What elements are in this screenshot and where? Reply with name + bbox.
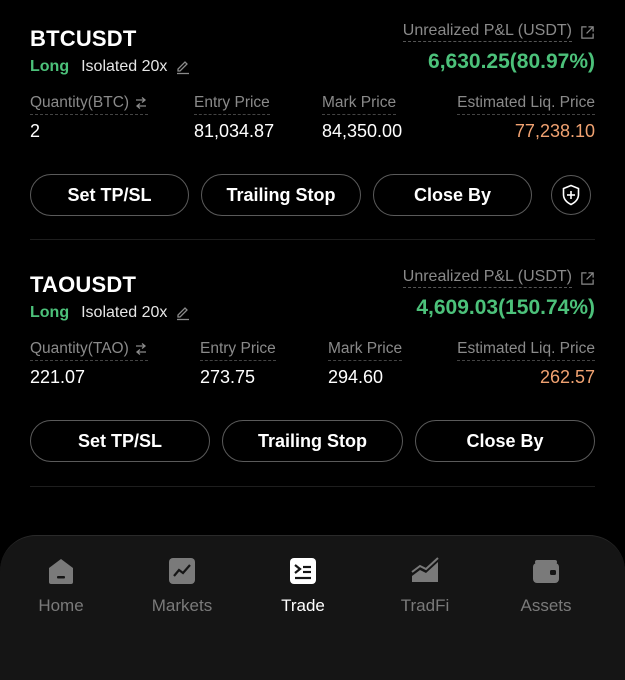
tradfi-icon (411, 557, 439, 582)
quantity-stat: Quantity(TAO) 221.07 (30, 340, 148, 388)
liq-price-label[interactable]: Estimated Liq. Price (457, 94, 595, 115)
entry-price-value: 81,034.87 (194, 121, 275, 141)
mark-price-stat: Mark Price 84,350.00 (322, 94, 402, 142)
liq-price-stat: Estimated Liq. Price 77,238.10 (457, 94, 595, 142)
mark-price-stat: Mark Price 294.60 (328, 340, 403, 388)
position-stats: Quantity(BTC) 2 Entry Price 81,034.87 Ma… (30, 94, 595, 164)
edit-leverage-icon[interactable] (175, 305, 191, 321)
liq-price-label[interactable]: Estimated Liq. Price (457, 340, 595, 361)
liq-price-value: 262.57 (539, 367, 595, 387)
mark-price-value: 84,350.00 (322, 121, 403, 141)
tab-label: TradFi (400, 596, 450, 615)
tab-label: Trade (281, 596, 325, 615)
tab-markets[interactable]: Markets (132, 556, 232, 616)
quantity-value: 221.07 (30, 367, 86, 387)
quantity-label-text: Quantity(TAO) (30, 340, 129, 357)
share-icon[interactable] (580, 271, 595, 286)
entry-price-label[interactable]: Entry Price (194, 94, 270, 115)
unrealized-pnl-label-text: Unrealized P&L (USDT) (402, 268, 572, 288)
swap-unit-icon[interactable] (134, 96, 148, 110)
position-side: Long (30, 304, 70, 321)
entry-price-value: 273.75 (200, 367, 256, 387)
set-tpsl-button[interactable]: Set TP/SL (30, 420, 210, 462)
liq-price-value: 77,238.10 (514, 121, 595, 141)
tab-trade[interactable]: Trade (253, 556, 353, 616)
position-meta: Long Isolated 20x (30, 58, 191, 76)
bottom-tab-bar: Home Markets Trade TradFi Assets (0, 535, 625, 680)
divider (30, 239, 595, 240)
position-stats: Quantity(TAO) 221.07 Entry Price 273.75 … (30, 340, 595, 410)
entry-price-stat: Entry Price 273.75 (200, 340, 276, 388)
home-icon (49, 559, 73, 584)
tab-label: Assets (520, 596, 572, 615)
unrealized-pnl-value: 6,630.25(80.97%) (428, 50, 595, 73)
chart-icon (169, 558, 195, 584)
divider (30, 486, 595, 487)
quantity-stat: Quantity(BTC) 2 (30, 94, 149, 142)
trade-icon (290, 558, 316, 584)
mark-price-value: 294.60 (328, 367, 384, 387)
set-tpsl-button[interactable]: Set TP/SL (30, 174, 189, 216)
unrealized-pnl-label: Unrealized P&L (USDT) (402, 268, 595, 288)
quantity-label[interactable]: Quantity(BTC) (30, 94, 149, 115)
trailing-stop-button[interactable]: Trailing Stop (201, 174, 361, 216)
mark-price-label[interactable]: Mark Price (322, 94, 397, 115)
position-side: Long (30, 58, 70, 75)
close-by-button[interactable]: Close By (415, 420, 595, 462)
share-icon[interactable] (580, 25, 595, 40)
position-symbol[interactable]: BTCUSDT (30, 26, 137, 52)
entry-price-label[interactable]: Entry Price (200, 340, 276, 361)
trailing-stop-button[interactable]: Trailing Stop (222, 420, 403, 462)
shield-icon (562, 184, 580, 206)
unrealized-pnl-label: Unrealized P&L (USDT) (402, 22, 595, 42)
position-header: TAOUSDT Long Isolated 20x Unrealized P&L… (30, 268, 595, 328)
quantity-label[interactable]: Quantity(TAO) (30, 340, 148, 361)
close-by-button[interactable]: Close By (373, 174, 532, 216)
tab-assets[interactable]: Assets (496, 556, 596, 616)
tab-home[interactable]: Home (11, 556, 111, 616)
position-actions: Set TP/SL Trailing Stop Close By (30, 420, 595, 462)
positions-page: BTCUSDT Long Isolated 20x Unrealized P&L… (0, 0, 625, 680)
tab-label: Markets (151, 596, 213, 615)
quantity-label-text: Quantity(BTC) (30, 94, 130, 111)
position-meta: Long Isolated 20x (30, 304, 191, 322)
margin-mode[interactable]: Isolated 20x (81, 304, 167, 322)
unrealized-pnl-label-text: Unrealized P&L (USDT) (402, 22, 572, 42)
edit-leverage-icon[interactable] (175, 59, 191, 75)
position-card-btcusdt[interactable]: BTCUSDT Long Isolated 20x Unrealized P&L… (30, 22, 595, 216)
tab-tradfi[interactable]: TradFi (375, 556, 475, 616)
entry-price-stat: Entry Price 81,034.87 (194, 94, 274, 142)
swap-unit-icon[interactable] (134, 342, 148, 356)
position-card-taousdt[interactable]: TAOUSDT Long Isolated 20x Unrealized P&L… (30, 268, 595, 462)
unrealized-pnl-value: 4,609.03(150.74%) (416, 296, 595, 319)
liq-price-stat: Estimated Liq. Price 262.57 (457, 340, 595, 388)
margin-mode[interactable]: Isolated 20x (81, 58, 167, 76)
tab-label: Home (38, 596, 84, 615)
position-actions: Set TP/SL Trailing Stop Close By (30, 174, 595, 216)
shield-button[interactable] (551, 175, 591, 215)
mark-price-label[interactable]: Mark Price (328, 340, 403, 361)
position-header: BTCUSDT Long Isolated 20x Unrealized P&L… (30, 22, 595, 82)
wallet-icon (533, 560, 559, 583)
position-symbol[interactable]: TAOUSDT (30, 272, 136, 298)
quantity-value: 2 (30, 121, 41, 141)
